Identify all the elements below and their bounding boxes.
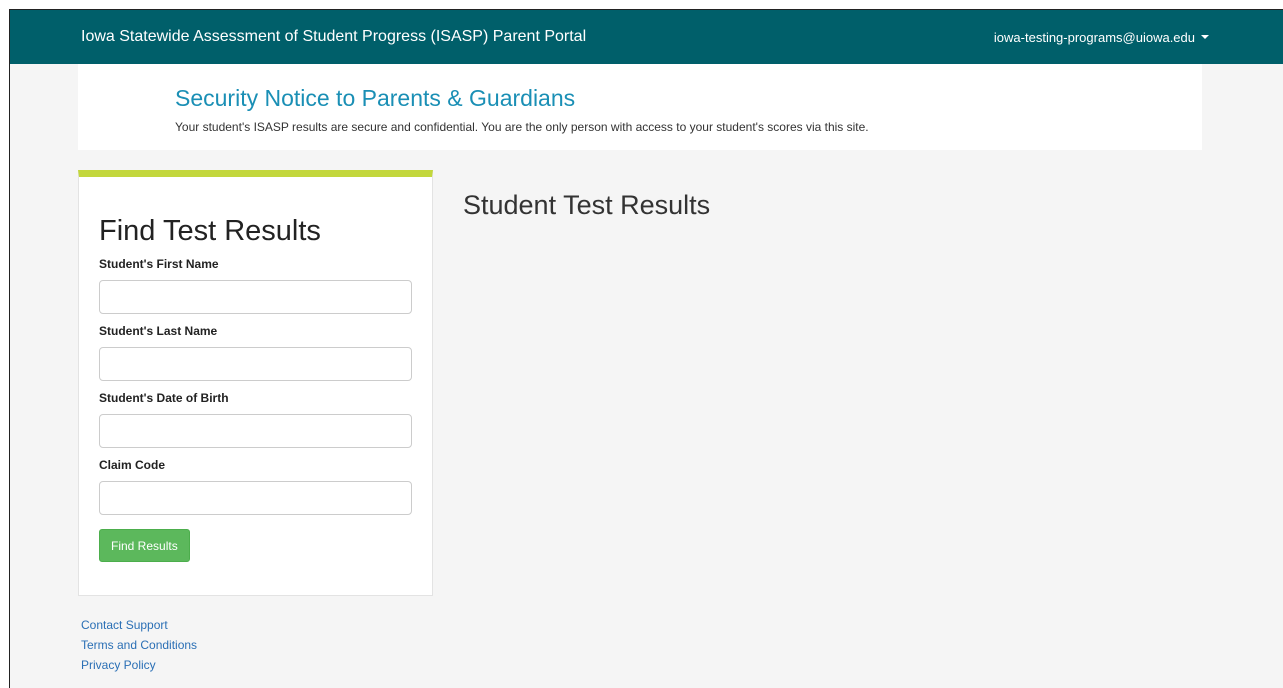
page: Iowa Statewide Assessment of Student Pro… (9, 9, 1283, 688)
caret-down-icon (1201, 35, 1209, 39)
find-results-panel: Find Test Results Student's First Name S… (78, 170, 433, 596)
claim-code-input[interactable] (99, 481, 412, 515)
first-name-input[interactable] (99, 280, 412, 314)
notice-text: Your student's ISASP results are secure … (175, 120, 869, 134)
top-navbar: Iowa Statewide Assessment of Student Pro… (10, 10, 1283, 64)
user-menu-dropdown[interactable]: iowa-testing-programs@uiowa.edu (994, 30, 1209, 45)
first-name-label: Student's First Name (99, 257, 219, 271)
privacy-policy-link[interactable]: Privacy Policy (81, 655, 197, 675)
date-of-birth-input[interactable] (99, 414, 412, 448)
notice-title: Security Notice to Parents & Guardians (175, 85, 576, 111)
claim-code-label: Claim Code (99, 458, 166, 472)
user-email: iowa-testing-programs@uiowa.edu (993, 29, 1195, 45)
results-title: Student Test Results (463, 190, 711, 220)
date-of-birth-label: Student's Date of Birth (99, 391, 229, 405)
portal-title: Iowa Statewide Assessment of Student Pro… (81, 28, 587, 45)
footer-links: Contact Support Terms and Conditions Pri… (81, 615, 197, 675)
contact-support-link[interactable]: Contact Support (81, 615, 197, 635)
panel-title: Find Test Results (99, 215, 321, 247)
last-name-input[interactable] (99, 347, 412, 381)
find-results-button[interactable]: Find Results (99, 529, 190, 562)
last-name-label: Student's Last Name (99, 324, 218, 338)
security-notice: Security Notice to Parents & Guardians Y… (78, 64, 1202, 150)
terms-and-conditions-link[interactable]: Terms and Conditions (81, 635, 197, 655)
